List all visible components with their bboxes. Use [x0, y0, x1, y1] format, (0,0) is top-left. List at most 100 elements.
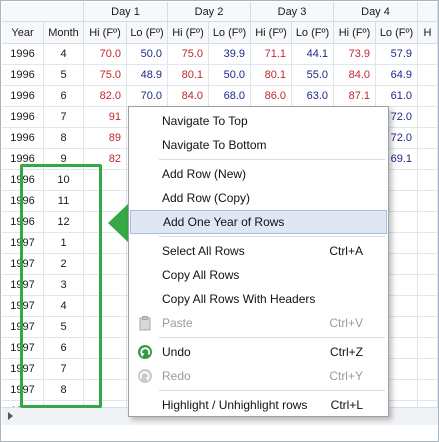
day-header-1[interactable]: Day 1 — [84, 2, 168, 22]
year-cell[interactable]: 1996 — [2, 107, 44, 128]
month-cell[interactable]: 8 — [44, 380, 84, 401]
month-cell[interactable]: 8 — [44, 128, 84, 149]
hi-temp-cell[interactable] — [84, 359, 127, 380]
hi-temp-cell[interactable] — [84, 191, 127, 212]
hi-temp-cell[interactable] — [84, 275, 127, 296]
column-header[interactable]: Lo (Fº) — [209, 22, 251, 44]
hi-temp-cell[interactable]: 80.1 — [168, 65, 209, 86]
overflow-cell[interactable] — [418, 149, 438, 170]
year-cell[interactable]: 1996 — [2, 65, 44, 86]
year-cell[interactable]: 1996 — [2, 86, 44, 107]
hi-temp-cell[interactable]: 84.0 — [168, 86, 209, 107]
hi-temp-cell[interactable] — [84, 233, 127, 254]
overflow-cell[interactable] — [418, 170, 438, 191]
hi-temp-cell[interactable] — [84, 317, 127, 338]
menu-item-navigate-to-bottom[interactable]: Navigate To Bottom — [130, 133, 387, 157]
year-cell[interactable]: 1997 — [2, 296, 44, 317]
column-header[interactable]: Month — [44, 22, 84, 44]
column-header[interactable]: H — [418, 22, 438, 44]
menu-item-copy-all-rows[interactable]: Copy All Rows — [130, 263, 387, 287]
menu-item-add-one-year-of-rows[interactable]: Add One Year of Rows — [130, 210, 387, 234]
month-cell[interactable]: 11 — [44, 191, 84, 212]
hi-temp-cell[interactable] — [84, 338, 127, 359]
hi-temp-cell[interactable]: 70.0 — [84, 44, 127, 65]
month-cell[interactable]: 7 — [44, 359, 84, 380]
menu-item-select-all-rows[interactable]: Select All Rows Ctrl+A — [130, 239, 387, 263]
column-header[interactable]: Hi (Fº) — [84, 22, 127, 44]
year-cell[interactable]: 1996 — [2, 44, 44, 65]
scroll-right-arrow-icon[interactable] — [8, 412, 13, 420]
menu-item-navigate-to-top[interactable]: Navigate To Top — [130, 109, 387, 133]
overflow-cell[interactable] — [418, 191, 438, 212]
year-cell[interactable]: 1997 — [2, 254, 44, 275]
column-header[interactable]: Hi (Fº) — [168, 22, 209, 44]
year-cell[interactable]: 1997 — [2, 275, 44, 296]
hi-temp-cell[interactable] — [84, 254, 127, 275]
overflow-cell[interactable] — [418, 86, 438, 107]
menu-item-add-row-copy[interactable]: Add Row (Copy) — [130, 186, 387, 210]
overflow-cell[interactable] — [418, 65, 438, 86]
overflow-cell[interactable] — [418, 44, 438, 65]
hi-temp-cell[interactable]: 82.0 — [84, 86, 127, 107]
overflow-cell[interactable] — [418, 275, 438, 296]
hi-temp-cell[interactable]: 86.0 — [251, 86, 292, 107]
year-cell[interactable]: 1997 — [2, 317, 44, 338]
column-header[interactable]: Hi (Fº) — [251, 22, 292, 44]
lo-temp-cell[interactable]: 55.0 — [292, 65, 334, 86]
month-cell[interactable]: 5 — [44, 65, 84, 86]
lo-temp-cell[interactable]: 50.0 — [127, 44, 168, 65]
month-cell[interactable]: 4 — [44, 296, 84, 317]
column-header[interactable]: Lo (Fº) — [292, 22, 334, 44]
hi-temp-cell[interactable]: 89 — [84, 128, 127, 149]
overflow-cell[interactable] — [418, 317, 438, 338]
hi-temp-cell[interactable] — [84, 212, 127, 233]
hi-temp-cell[interactable] — [84, 380, 127, 401]
day-header-3[interactable]: Day 3 — [251, 2, 334, 22]
table-row[interactable]: 1996 4 70.0 50.0 75.0 39.9 71.1 44.1 73.9 57.9 — [2, 44, 438, 65]
year-cell[interactable]: 1996 — [2, 128, 44, 149]
lo-temp-cell[interactable]: 61.0 — [376, 86, 418, 107]
hi-temp-cell[interactable]: 84.0 — [334, 65, 376, 86]
overflow-cell[interactable] — [418, 380, 438, 401]
table-row[interactable]: 1996 5 75.0 48.9 80.1 50.0 80.1 55.0 84.0 64.9 — [2, 65, 438, 86]
overflow-cell[interactable] — [418, 212, 438, 233]
hi-temp-cell[interactable]: 87.1 — [334, 86, 376, 107]
hi-temp-cell[interactable]: 80.1 — [251, 65, 292, 86]
day-header-4[interactable]: Day 4 — [334, 2, 418, 22]
overflow-cell[interactable] — [418, 128, 438, 149]
hi-temp-cell[interactable]: 75.0 — [168, 44, 209, 65]
lo-temp-cell[interactable]: 48.9 — [127, 65, 168, 86]
month-cell[interactable]: 6 — [44, 86, 84, 107]
month-cell[interactable]: 4 — [44, 44, 84, 65]
month-cell[interactable]: 5 — [44, 317, 84, 338]
hi-temp-cell[interactable] — [84, 296, 127, 317]
month-cell[interactable]: 6 — [44, 338, 84, 359]
overflow-cell[interactable] — [418, 296, 438, 317]
month-cell[interactable]: 2 — [44, 254, 84, 275]
hi-temp-cell[interactable]: 75.0 — [84, 65, 127, 86]
lo-temp-cell[interactable]: 50.0 — [209, 65, 251, 86]
overflow-cell[interactable] — [418, 233, 438, 254]
menu-item-add-row-new[interactable]: Add Row (New) — [130, 162, 387, 186]
year-cell[interactable]: 1996 — [2, 191, 44, 212]
year-cell[interactable]: 1997 — [2, 359, 44, 380]
lo-temp-cell[interactable]: 70.0 — [127, 86, 168, 107]
menu-item-highlight-unhighlight-rows[interactable]: Highlight / Unhighlight rows Ctrl+L — [130, 393, 387, 417]
menu-item-undo[interactable]: Undo Ctrl+Z — [130, 340, 387, 364]
column-header[interactable]: Hi (Fº) — [334, 22, 376, 44]
hi-temp-cell[interactable]: 91 — [84, 107, 127, 128]
menu-item-copy-all-rows-with-headers[interactable]: Copy All Rows With Headers — [130, 287, 387, 311]
month-cell[interactable]: 7 — [44, 107, 84, 128]
year-cell[interactable]: 1996 — [2, 170, 44, 191]
month-cell[interactable]: 1 — [44, 233, 84, 254]
month-cell[interactable]: 12 — [44, 212, 84, 233]
lo-temp-cell[interactable]: 68.0 — [209, 86, 251, 107]
day-header-2[interactable]: Day 2 — [168, 2, 251, 22]
column-header[interactable]: Lo (Fº) — [127, 22, 168, 44]
overflow-cell[interactable] — [418, 359, 438, 380]
year-cell[interactable]: 1996 — [2, 149, 44, 170]
hi-temp-cell[interactable]: 73.9 — [334, 44, 376, 65]
year-cell[interactable]: 1996 — [2, 212, 44, 233]
hi-temp-cell[interactable]: 71.1 — [251, 44, 292, 65]
year-cell[interactable]: 1997 — [2, 338, 44, 359]
